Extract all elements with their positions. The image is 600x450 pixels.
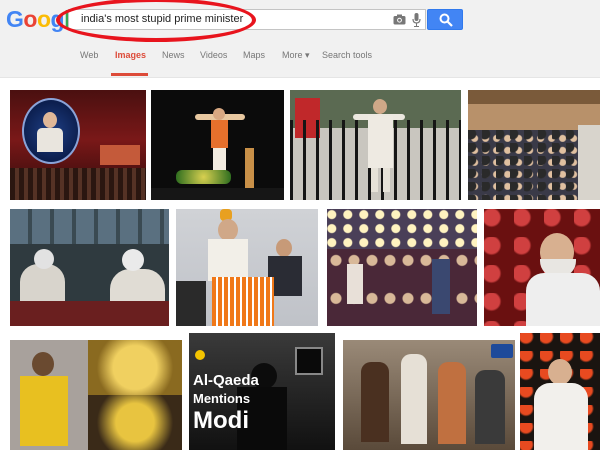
image-result[interactable] bbox=[10, 340, 182, 450]
tab-web[interactable]: Web bbox=[80, 50, 98, 60]
tab-news[interactable]: News bbox=[162, 50, 185, 60]
tab-more[interactable]: More ▾ bbox=[282, 50, 310, 61]
thumbnail-caption: Mentions bbox=[193, 391, 251, 406]
logo-letter: o bbox=[23, 6, 37, 32]
search-tabs: Web Images News Videos Maps More ▾ Searc… bbox=[0, 50, 600, 76]
logo-letter: o bbox=[36, 6, 51, 32]
thumbnail-caption: Modi bbox=[193, 407, 249, 434]
tab-search-tools[interactable]: Search tools bbox=[322, 50, 372, 60]
image-result[interactable] bbox=[468, 90, 600, 200]
thumbnail-caption: Al-Qaeda bbox=[193, 372, 259, 389]
image-result[interactable] bbox=[151, 90, 284, 200]
image-result[interactable] bbox=[520, 333, 600, 450]
image-result[interactable]: Al-Qaeda Mentions Modi bbox=[189, 333, 335, 450]
camera-icon[interactable] bbox=[393, 14, 406, 25]
logo-letter: G bbox=[6, 6, 24, 32]
microphone-icon[interactable] bbox=[412, 13, 421, 27]
image-result[interactable] bbox=[10, 209, 169, 326]
magnifier-icon bbox=[439, 13, 453, 27]
image-result[interactable] bbox=[484, 209, 600, 326]
image-result[interactable] bbox=[290, 90, 461, 200]
image-result[interactable] bbox=[10, 90, 146, 200]
tab-maps[interactable]: Maps bbox=[243, 50, 265, 60]
active-tab-indicator bbox=[111, 73, 148, 76]
red-highlight-ellipse bbox=[56, 0, 256, 42]
image-result[interactable] bbox=[343, 340, 515, 450]
image-result[interactable] bbox=[176, 209, 318, 326]
search-button[interactable] bbox=[427, 9, 463, 30]
image-result[interactable] bbox=[327, 209, 477, 326]
tab-videos[interactable]: Videos bbox=[200, 50, 227, 60]
search-header: Google india's most stupid prime ministe… bbox=[0, 0, 600, 78]
tab-images[interactable]: Images bbox=[115, 50, 146, 60]
